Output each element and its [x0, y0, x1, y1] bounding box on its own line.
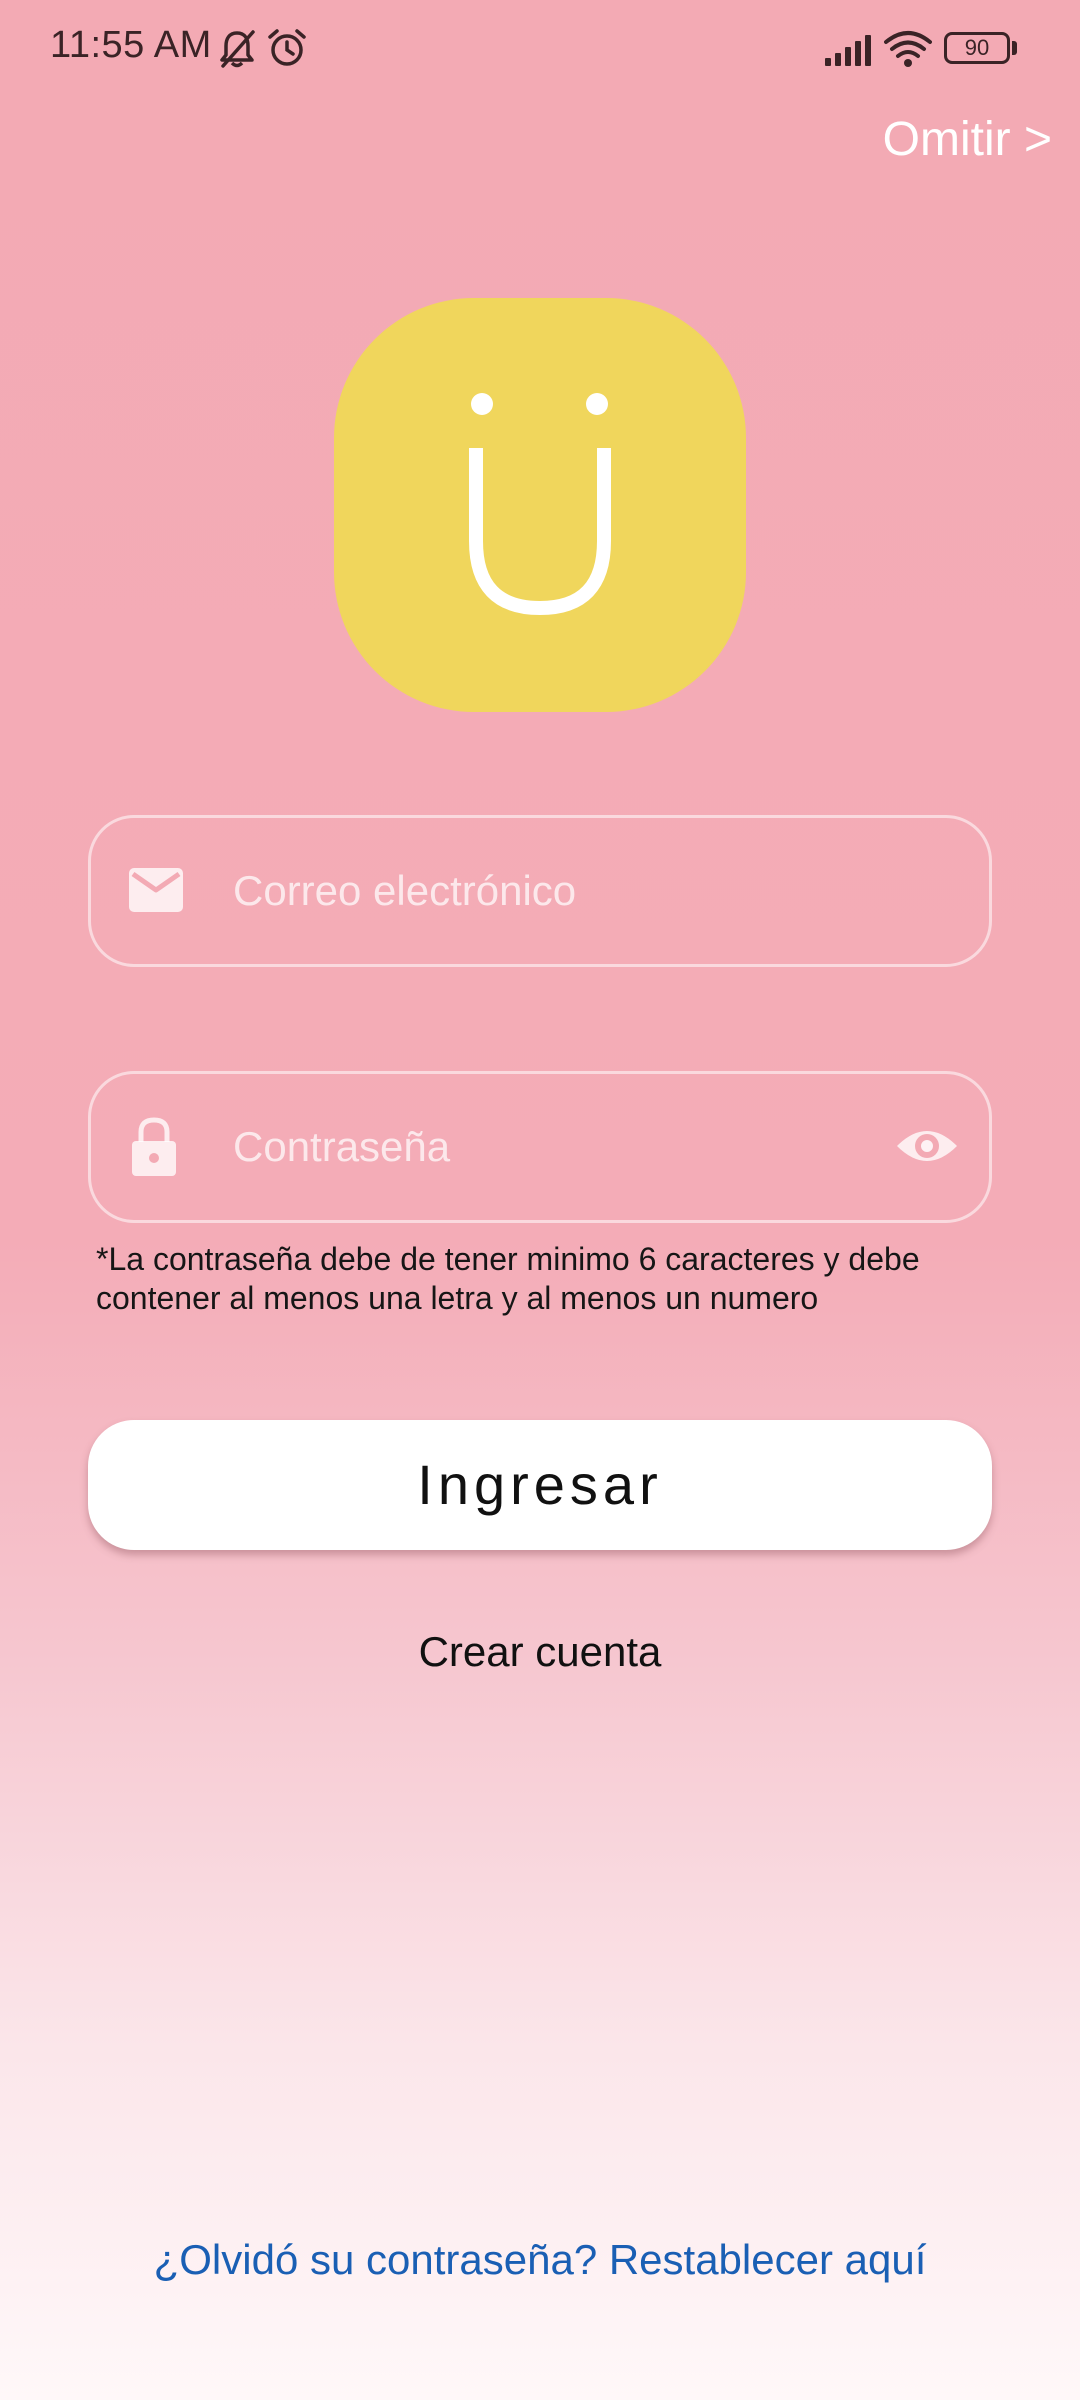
logo-smile-icon — [469, 393, 611, 616]
status-time: 11:55 AM — [50, 24, 212, 66]
email-field[interactable] — [88, 815, 992, 967]
alarm-icon — [268, 29, 306, 66]
bell-muted-icon — [220, 30, 255, 68]
email-input[interactable] — [233, 818, 853, 964]
password-field[interactable] — [88, 1071, 992, 1223]
password-input[interactable] — [233, 1074, 853, 1220]
skip-button[interactable]: Omitir > — [883, 112, 1052, 167]
wifi-icon — [884, 31, 932, 67]
battery-tip — [1012, 41, 1017, 55]
forgot-password-link[interactable]: ¿Olvidó su contraseña? Restablecer aquí — [0, 2236, 1080, 2284]
eye-icon[interactable] — [895, 1118, 959, 1174]
email-icon — [129, 868, 183, 912]
battery-icon: 90 — [944, 32, 1010, 64]
app-logo — [334, 298, 746, 712]
lock-icon — [132, 1117, 176, 1176]
battery-level: 90 — [964, 35, 990, 60]
status-bar: 11:55 AM 90 — [0, 0, 1080, 100]
create-account-link[interactable]: Crear cuenta — [0, 1628, 1080, 1676]
password-hint: *La contraseña debe de tener minimo 6 ca… — [96, 1241, 920, 1316]
signal-icon — [825, 35, 871, 66]
login-button[interactable]: Ingresar — [88, 1420, 992, 1550]
